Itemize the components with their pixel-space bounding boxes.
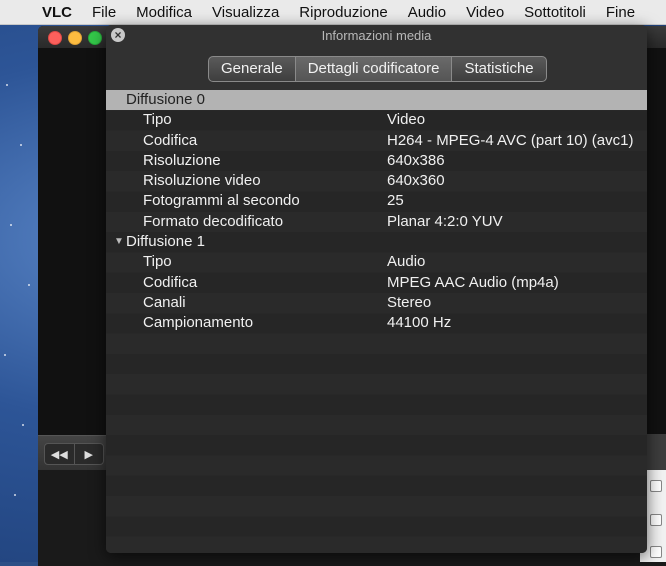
stream-name: Diffusione 1	[126, 233, 205, 251]
tab-generale[interactable]: Generale	[209, 57, 295, 81]
menu-visualizza[interactable]: Visualizza	[202, 4, 289, 21]
property-label: Tipo	[143, 253, 172, 271]
minimize-window-icon[interactable]	[68, 31, 82, 45]
property-label: Risoluzione	[143, 151, 221, 169]
table-row[interactable]: Codifica H264 - MPEG-4 AVC (part 10) (av…	[106, 131, 647, 151]
property-label: Formato decodificato	[143, 212, 284, 230]
checkbox-icon[interactable]	[650, 514, 662, 526]
property-value: Audio	[387, 253, 426, 271]
menu-bar: VLC File Modifica Visualizza Riproduzion…	[0, 0, 666, 25]
property-label: Campionamento	[143, 314, 254, 332]
property-label: Codifica	[143, 131, 198, 149]
property-value: 44100 Hz	[387, 314, 452, 332]
close-window-icon[interactable]	[48, 31, 62, 45]
zoom-window-icon[interactable]	[88, 31, 102, 45]
property-label: Codifica	[143, 273, 198, 291]
property-value: 640x386	[387, 151, 445, 169]
rewind-icon[interactable]: ◀◀	[45, 444, 74, 464]
menu-fine[interactable]: Fine	[596, 4, 645, 21]
table-row[interactable]: Canali Stereo	[106, 293, 647, 313]
close-icon[interactable]: ×	[111, 28, 125, 42]
stream-name: Diffusione 0	[126, 91, 205, 108]
table-row[interactable]: Tipo Audio	[106, 252, 647, 272]
table-row[interactable]: Risoluzione video 640x360	[106, 171, 647, 191]
menu-riproduzione[interactable]: Riproduzione	[289, 4, 397, 21]
property-value: Stereo	[387, 293, 432, 311]
panel-title: Informazioni media	[321, 28, 432, 43]
right-window-edge	[646, 434, 666, 470]
property-value: Video	[387, 111, 426, 129]
menu-sottotitoli[interactable]: Sottotitoli	[514, 4, 596, 21]
property-value: 640x360	[387, 172, 445, 190]
property-label: Fotogrammi al secondo	[143, 192, 300, 210]
play-icon[interactable]: ▶	[73, 444, 104, 464]
property-label: Canali	[143, 293, 186, 311]
codec-details-tree: Diffusione 0 Tipo Video Codifica H264 - …	[106, 90, 647, 553]
property-value: Planar 4:2:0 YUV	[387, 212, 503, 230]
property-value: H264 - MPEG-4 AVC (part 10) (avc1)	[387, 131, 634, 149]
table-row[interactable]: Codifica MPEG AAC Audio (mp4a)	[106, 273, 647, 293]
menu-modifica[interactable]: Modifica	[126, 4, 202, 21]
menu-audio[interactable]: Audio	[398, 4, 456, 21]
property-value: 25	[387, 192, 404, 210]
tab-bar: Generale Dettagli codificatore Statistic…	[208, 56, 547, 82]
tab-dettagli-codificatore[interactable]: Dettagli codificatore	[294, 57, 452, 81]
menu-video[interactable]: Video	[456, 4, 514, 21]
property-value: MPEG AAC Audio (mp4a)	[387, 273, 559, 291]
transport-buttons: ◀◀ ▶	[44, 443, 104, 465]
stream-group-row[interactable]: Diffusione 0	[106, 90, 647, 111]
disclosure-triangle-icon[interactable]: ▼	[114, 232, 124, 252]
checkbox-icon[interactable]	[650, 480, 662, 492]
table-row[interactable]: Formato decodificato Planar 4:2:0 YUV	[106, 212, 647, 232]
table-row[interactable]: Risoluzione 640x386	[106, 151, 647, 171]
checkbox-icon[interactable]	[650, 546, 662, 558]
panel-title-bar: × Informazioni media	[106, 25, 647, 47]
table-row[interactable]: Fotogrammi al secondo 25	[106, 191, 647, 211]
menu-vlc[interactable]: VLC	[34, 4, 82, 21]
menu-file[interactable]: File	[82, 4, 126, 21]
table-row[interactable]: Tipo Video	[106, 110, 647, 130]
media-info-panel: × Informazioni media Generale Dettagli c…	[106, 25, 647, 553]
property-label: Tipo	[143, 111, 172, 129]
tab-statistiche[interactable]: Statistiche	[451, 57, 545, 81]
property-label: Risoluzione video	[143, 172, 261, 190]
table-row[interactable]: Campionamento 44100 Hz	[106, 313, 647, 333]
stream-group-row[interactable]: ▼ Diffusione 1	[106, 232, 647, 252]
